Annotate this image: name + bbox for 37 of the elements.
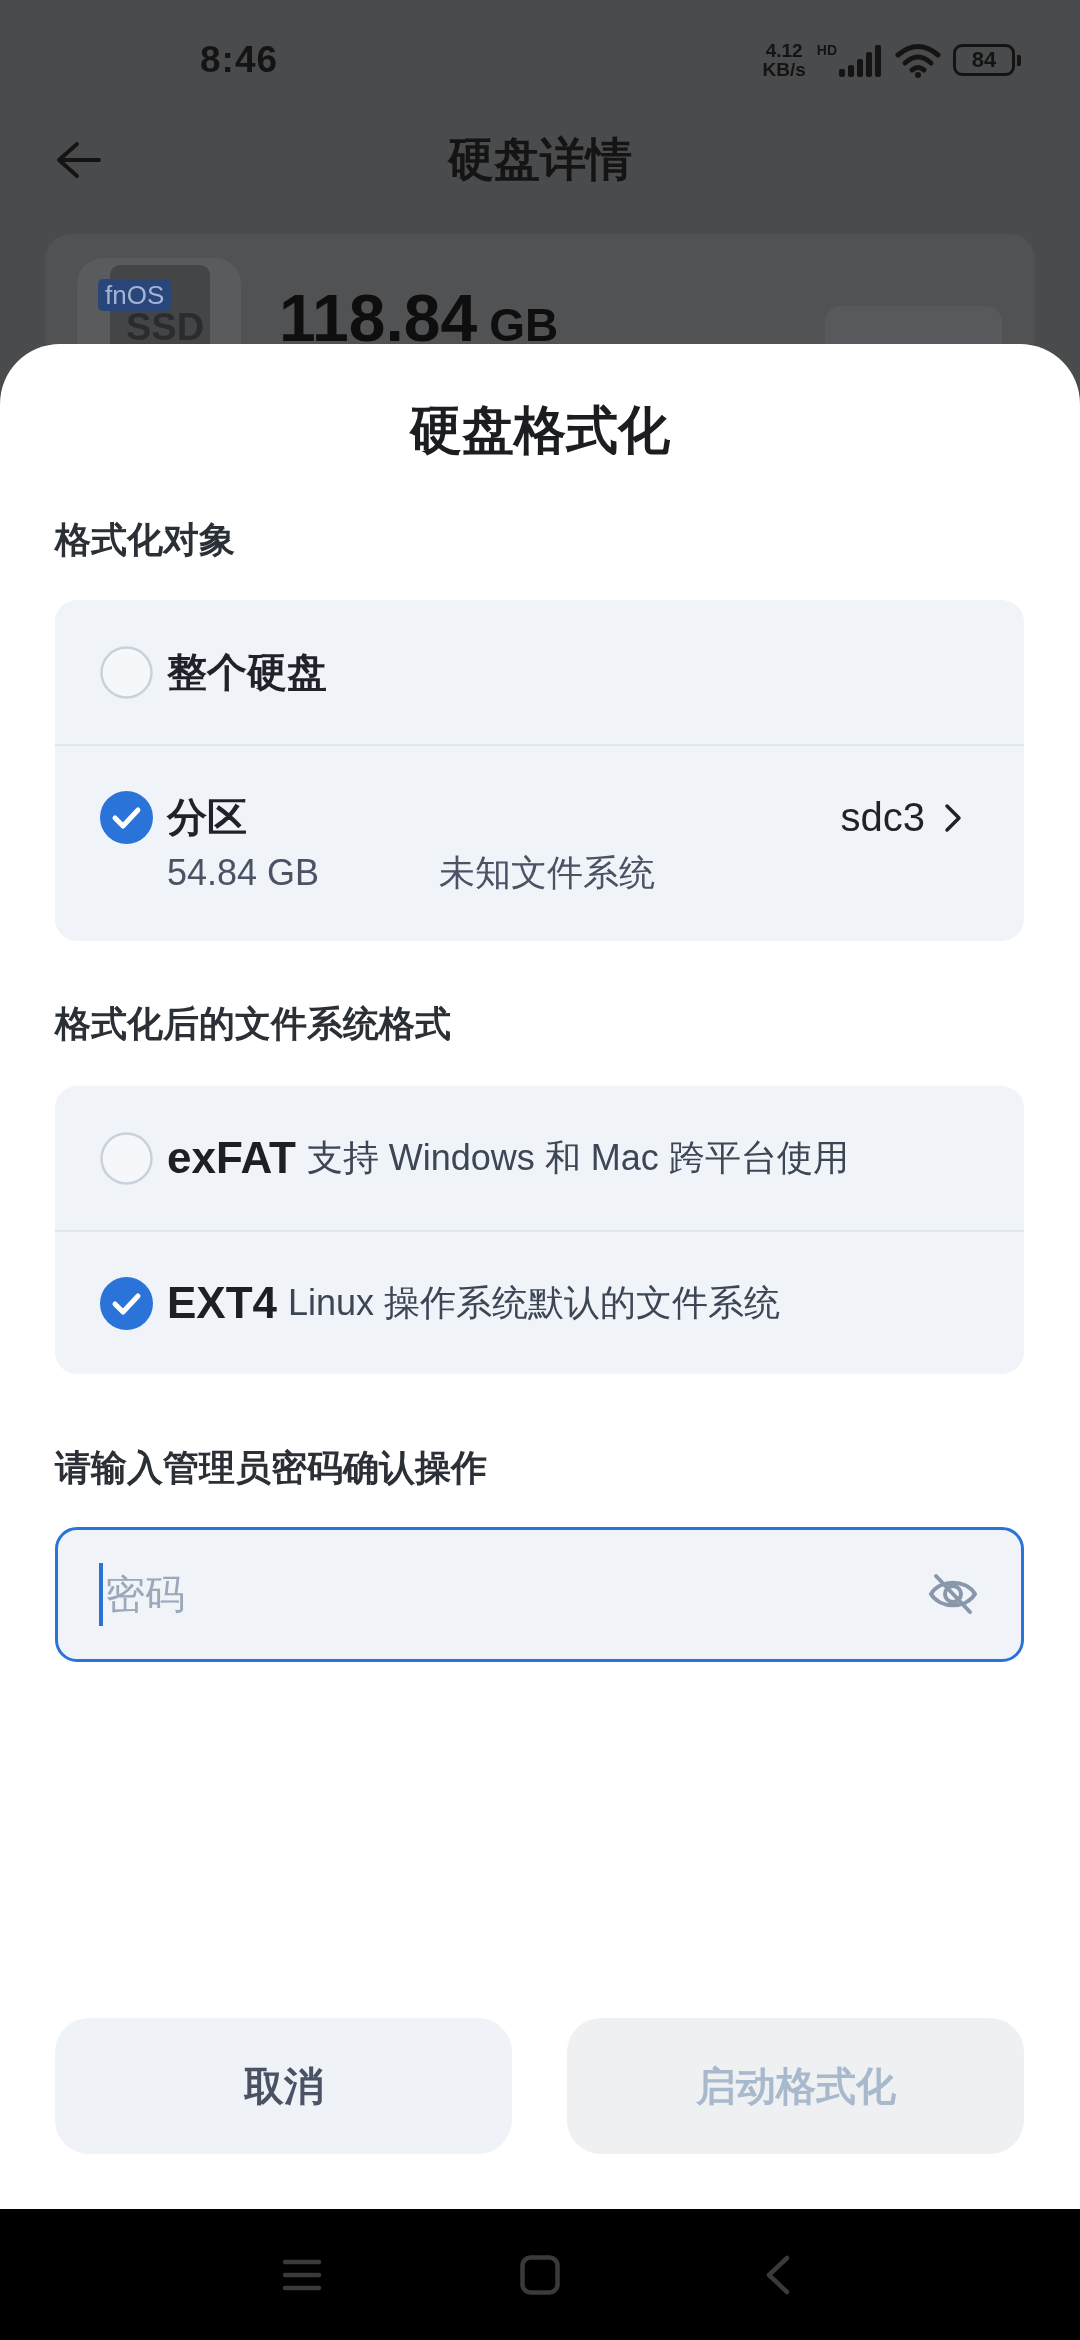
sheet-title: 硬盘格式化	[408, 400, 671, 461]
signal-icon	[839, 45, 883, 77]
back-icon[interactable]	[55, 140, 101, 180]
back-icon[interactable]	[765, 2254, 791, 2295]
radio-unchecked-icon[interactable]	[100, 1131, 153, 1185]
password-field[interactable]: 密码	[55, 1527, 1024, 1662]
page-title: 硬盘详情	[448, 132, 632, 187]
password-label: 请输入管理员密码确认操作	[55, 1446, 488, 1490]
option-label: 整个硬盘	[167, 648, 327, 696]
filesystem-name: EXT4	[167, 1278, 278, 1328]
filesystem-description: 支持 Windows 和 Mac 跨平台使用	[306, 1135, 849, 1180]
network-type-label: HD	[816, 43, 837, 57]
network-speed-text: 4.12	[765, 41, 803, 60]
partition-selector[interactable]: sdc3	[840, 795, 963, 840]
network-speed-unit: KB/s	[762, 60, 806, 79]
radio-checked-icon[interactable]	[100, 1276, 153, 1330]
filesystem-name: exFAT	[167, 1133, 296, 1183]
eye-slash-icon[interactable]	[928, 1572, 978, 1616]
chevron-right-icon	[943, 801, 963, 834]
partition-filesystem: 未知文件系统	[439, 851, 655, 895]
radio-unchecked-icon[interactable]	[100, 645, 153, 699]
home-icon[interactable]	[520, 2254, 560, 2295]
filesystem-description: Linux 操作系统默认的文件系统	[288, 1280, 781, 1325]
section-label: 格式化后的文件系统格式	[55, 1002, 452, 1046]
option-label: 分区	[167, 794, 247, 841]
wifi-icon	[894, 42, 942, 78]
capacity-value: 118.84	[279, 285, 478, 344]
battery-indicator: 84	[953, 44, 1021, 76]
partition-size: 54.84 GB	[167, 851, 321, 895]
status-time: 8:46	[200, 39, 279, 81]
menu-icon[interactable]	[282, 2257, 322, 2292]
cursor-icon	[99, 1563, 103, 1626]
cancel-button[interactable]: 取消	[55, 2018, 512, 2154]
radio-checked-icon[interactable]	[100, 791, 153, 844]
capacity-unit: GB	[489, 298, 559, 344]
section-label: 格式化对象	[55, 518, 236, 562]
os-logo-label: fnOS	[98, 279, 172, 311]
